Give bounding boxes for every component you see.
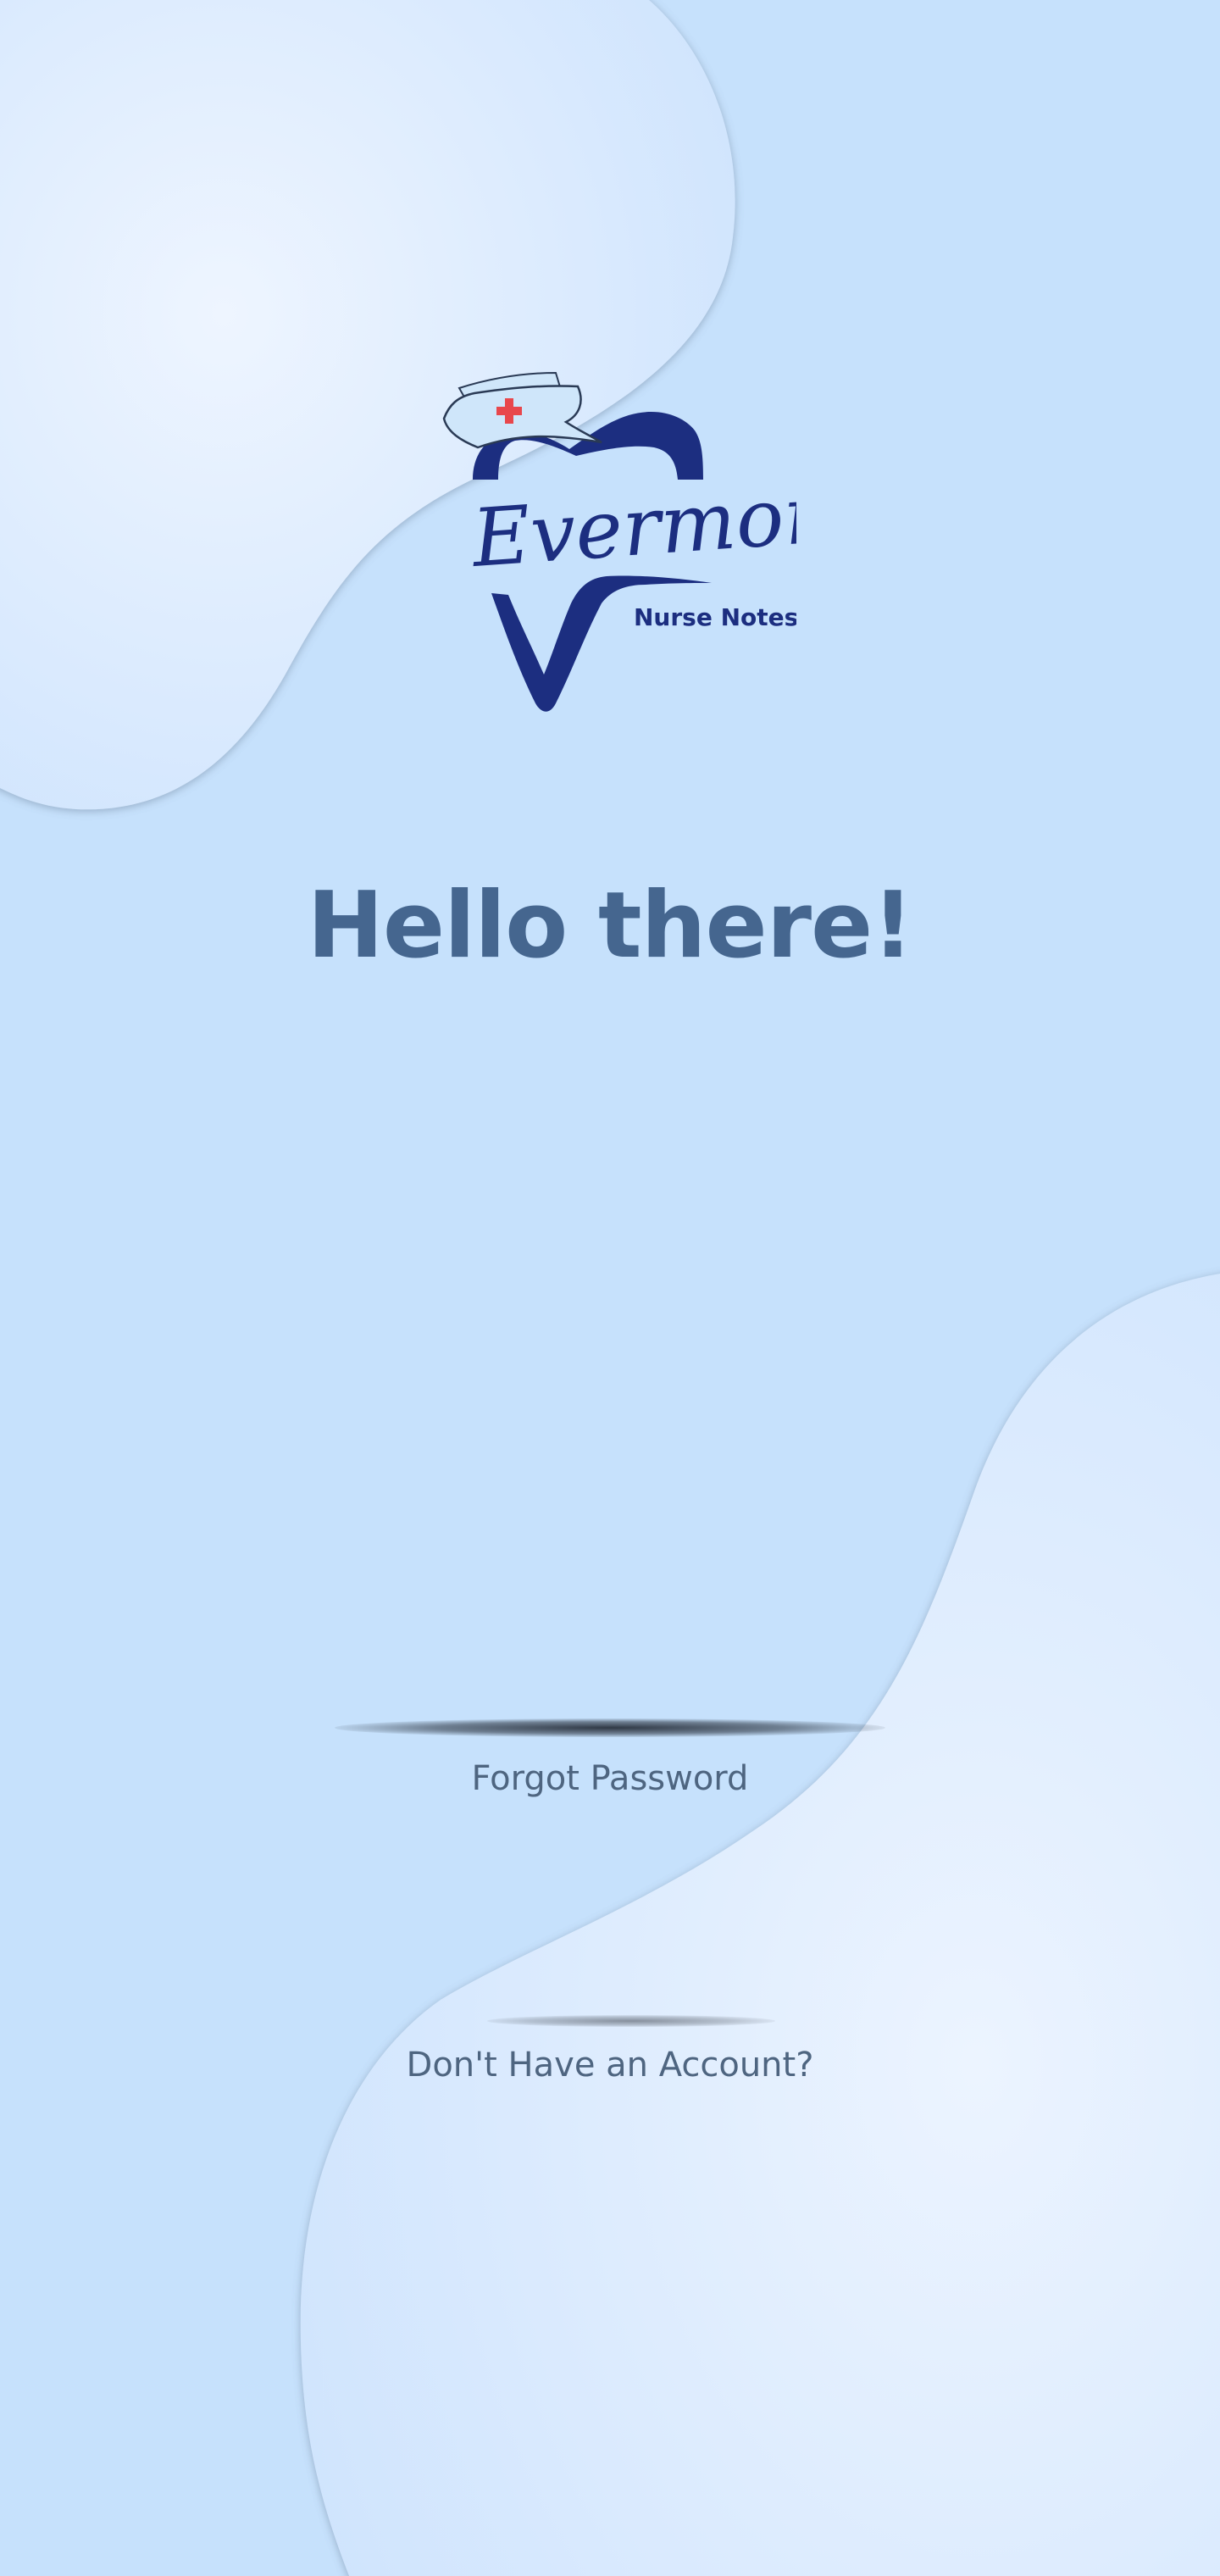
brand-name: Evermore	[468, 466, 796, 586]
bottom-right-blob	[300, 1274, 1220, 2576]
evermore-logo: Evermore Nurse Notes	[442, 371, 796, 712]
signup-divider	[487, 2015, 775, 2027]
page-title: Hello there!	[307, 873, 914, 979]
forgot-password-divider	[335, 1718, 885, 1737]
signup-link[interactable]: Don't Have an Account?	[0, 2046, 1220, 2085]
nurse-cap-icon	[442, 371, 602, 449]
brand-tagline: Nurse Notes	[634, 603, 796, 631]
forgot-password-link[interactable]: Forgot Password	[0, 1759, 1220, 1798]
